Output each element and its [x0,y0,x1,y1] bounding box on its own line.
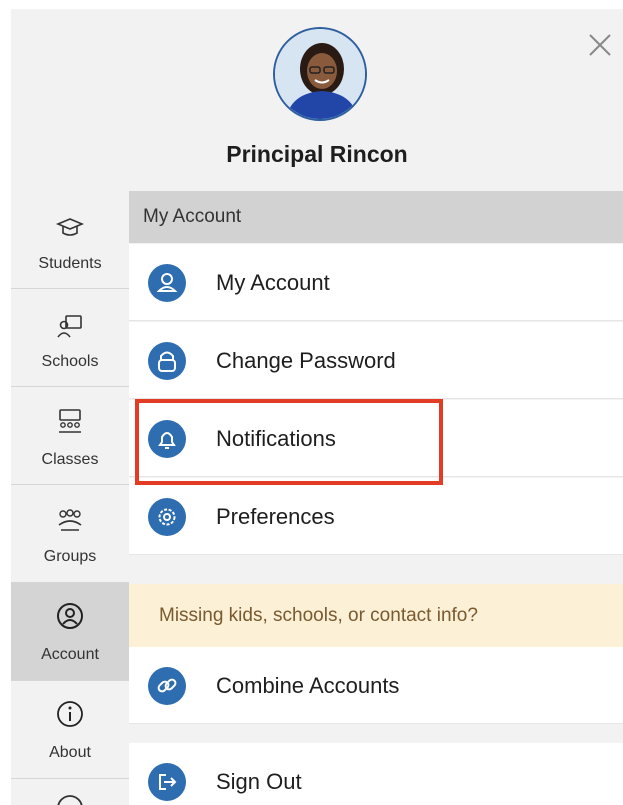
globe-icon [57,795,83,805]
sidebar-item-label: Account [41,646,99,663]
link-icon [148,667,186,705]
sidebar-item-students[interactable]: Students [11,191,129,289]
menu-item-change-password[interactable]: Change Password [129,322,623,399]
school-icon [57,315,82,338]
menu-item-label: Preferences [216,504,335,529]
avatar [273,27,367,121]
lock-icon [148,342,186,380]
menu-item-sign-out[interactable]: Sign Out [129,743,623,805]
section-title: My Account [129,191,623,243]
close-icon [589,34,611,56]
sidebar-item-label: Groups [43,548,97,565]
account-menu-panel: Principal Rincon Students Schools Classe… [11,9,623,805]
menu-item-label: My Account [216,270,330,295]
gear-icon [148,498,186,536]
graduation-cap-icon [55,218,85,236]
sidebar-item-account[interactable]: Account [11,583,129,681]
sidebar-item-classes[interactable]: Classes [11,387,129,485]
sidebar-item-schools[interactable]: Schools [11,289,129,387]
menu-item-combine-accounts[interactable]: Combine Accounts [129,647,623,724]
info-icon [57,701,83,727]
user-name: Principal Rincon [226,141,408,167]
account-content: My Account My Account Change Password No… [129,191,623,805]
close-button[interactable] [586,31,614,59]
notifications-highlight-box [135,399,443,485]
classroom-icon [59,409,81,433]
group-icon [58,509,82,531]
sidebar-item-label: Classes [41,451,99,468]
menu-item-label: Change Password [216,348,396,373]
sign-out-icon [148,763,186,801]
sidebar-item-more[interactable] [11,779,129,805]
missing-info-banner[interactable]: Missing kids, schools, or contact info? [129,584,623,647]
sidebar-item-label: Students [38,255,102,272]
sidebar: Students Schools Classes Groups Account … [11,191,130,805]
menu-item-label: Combine Accounts [216,673,400,698]
sidebar-item-label: Schools [41,353,99,370]
sidebar-item-label: About [49,744,91,761]
menu-item-my-account[interactable]: My Account [129,244,623,321]
sidebar-item-groups[interactable]: Groups [11,485,129,583]
menu-item-preferences[interactable]: Preferences [129,478,623,555]
menu-item-label: Sign Out [216,769,302,794]
account-icon [57,603,83,629]
profile-header: Principal Rincon [11,9,623,192]
sidebar-item-about[interactable]: About [11,681,129,779]
person-icon [148,264,186,302]
